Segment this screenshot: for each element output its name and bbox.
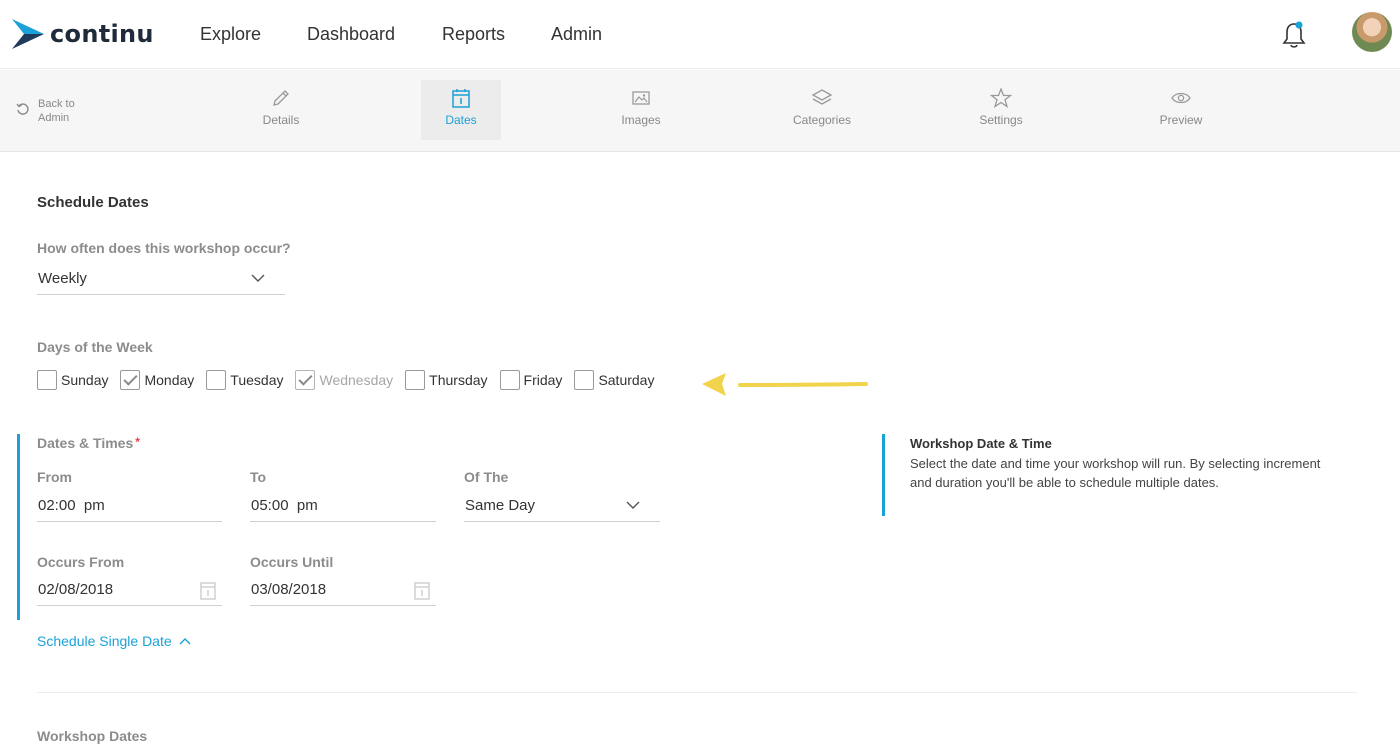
tab-images[interactable]: Images (601, 80, 681, 140)
day-monday[interactable]: Monday (120, 370, 194, 390)
frequency-select[interactable]: Weekly (37, 265, 285, 295)
brand-name: continu (50, 20, 154, 48)
tab-details-label: Details (262, 113, 300, 127)
back-to-admin-button[interactable]: Back to Admin (16, 97, 88, 125)
pencil-icon (273, 90, 289, 106)
workshop-dates-heading: Workshop Dates (37, 728, 148, 744)
calendar-icon (452, 89, 470, 108)
occurs-until-input[interactable]: 03/08/2018 (250, 576, 436, 606)
day-saturday[interactable]: Saturday (574, 370, 654, 390)
tab-preview[interactable]: Preview (1141, 80, 1221, 140)
tab-images-label: Images (621, 113, 661, 127)
chevron-down-icon (626, 501, 640, 509)
dates-times-accent-bar (17, 434, 20, 620)
dates-times-label: Dates & Times * (37, 435, 140, 451)
of-the-select[interactable]: Same Day (464, 492, 660, 522)
monday-label: Monday (144, 372, 195, 388)
to-time-value: 05:00 pm (251, 497, 318, 514)
annotation-arrow-icon (702, 373, 868, 396)
nav-admin[interactable]: Admin (551, 24, 602, 45)
frequency-value: Weekly (38, 270, 87, 287)
occurs-until-value: 03/08/2018 (251, 581, 327, 598)
tab-categories[interactable]: Categories (782, 80, 862, 140)
info-accent-bar (882, 434, 885, 516)
schedule-single-date-label: Schedule Single Date (37, 633, 172, 649)
calendar-icon[interactable] (414, 580, 430, 600)
chevron-up-icon (179, 638, 191, 645)
top-nav: continu Explore Dashboard Reports Admin (0, 0, 1400, 69)
friday-label: Friday (523, 372, 563, 388)
step-nav: Back to Admin Details Dates Images Categ… (0, 70, 1400, 152)
image-icon (632, 91, 650, 105)
day-wednesday[interactable]: Wednesday (295, 370, 393, 390)
required-mark: * (135, 435, 140, 449)
tab-dates-label: Dates (445, 113, 477, 127)
occurs-from-input[interactable]: 02/08/2018 (37, 576, 222, 606)
star-icon (990, 88, 1012, 108)
wednesday-checkbox[interactable] (295, 370, 316, 390)
tab-details[interactable]: Details (241, 80, 321, 140)
monday-checkbox[interactable] (120, 370, 141, 390)
eye-icon (1171, 92, 1191, 104)
sunday-checkbox[interactable] (37, 370, 57, 390)
tab-settings[interactable]: Settings (961, 80, 1041, 140)
occurs-from-value: 02/08/2018 (38, 581, 114, 598)
tab-preview-label: Preview (1159, 113, 1203, 127)
user-avatar[interactable] (1352, 12, 1392, 52)
dates-times-label-text: Dates & Times (37, 435, 134, 451)
day-friday[interactable]: Friday (499, 370, 563, 390)
wednesday-label: Wednesday (319, 372, 394, 388)
to-time-input[interactable]: 05:00 pm (250, 492, 436, 522)
saturday-label: Saturday (598, 372, 655, 388)
day-tuesday[interactable]: Tuesday (206, 370, 283, 390)
from-label: From (37, 469, 72, 485)
schedule-single-date-link[interactable]: Schedule Single Date (37, 633, 191, 649)
continu-logo[interactable]: continu (12, 19, 154, 49)
section-divider (37, 692, 1357, 693)
from-time-input[interactable]: 02:00 pm (37, 492, 222, 522)
calendar-icon[interactable] (200, 580, 216, 600)
thursday-checkbox[interactable] (405, 370, 426, 390)
info-text: Select the date and time your workshop w… (910, 456, 1321, 490)
thursday-label: Thursday (429, 372, 488, 388)
tuesday-checkbox[interactable] (206, 370, 227, 390)
nav-dashboard[interactable]: Dashboard (307, 24, 395, 45)
continu-arrow-icon (12, 19, 44, 49)
nav-explore[interactable]: Explore (200, 24, 261, 45)
schedule-dates-heading: Schedule Dates (37, 194, 149, 211)
from-time-value: 02:00 pm (38, 497, 105, 514)
to-label: To (250, 469, 267, 485)
undo-icon (16, 103, 29, 115)
chevron-down-icon (251, 274, 265, 282)
occurs-from-label: Occurs From (37, 554, 125, 570)
occurs-until-label: Occurs Until (250, 554, 334, 570)
tuesday-label: Tuesday (230, 372, 284, 388)
day-sunday[interactable]: Sunday (37, 370, 108, 390)
days-of-week-label: Days of the Week (37, 339, 153, 355)
friday-checkbox[interactable] (499, 370, 520, 390)
layers-icon (811, 89, 833, 105)
frequency-label: How often does this workshop occur? (37, 240, 291, 256)
day-thursday[interactable]: Thursday (405, 370, 488, 390)
sunday-label: Sunday (61, 372, 109, 388)
back-to-admin-label: Back to Admin (38, 98, 75, 124)
nav-reports[interactable]: Reports (442, 24, 505, 45)
days-of-week-group: Sunday Monday Tuesday Wednesday Thursday… (37, 370, 666, 390)
of-the-value: Same Day (465, 497, 536, 514)
of-the-label: Of The (464, 469, 509, 485)
bell-icon[interactable] (1281, 20, 1307, 50)
tab-categories-label: Categories (792, 113, 852, 127)
tab-settings-label: Settings (979, 113, 1023, 127)
tab-dates[interactable]: Dates (421, 80, 501, 140)
saturday-checkbox[interactable] (574, 370, 595, 390)
info-title: Workshop Date & Time (910, 436, 1052, 451)
